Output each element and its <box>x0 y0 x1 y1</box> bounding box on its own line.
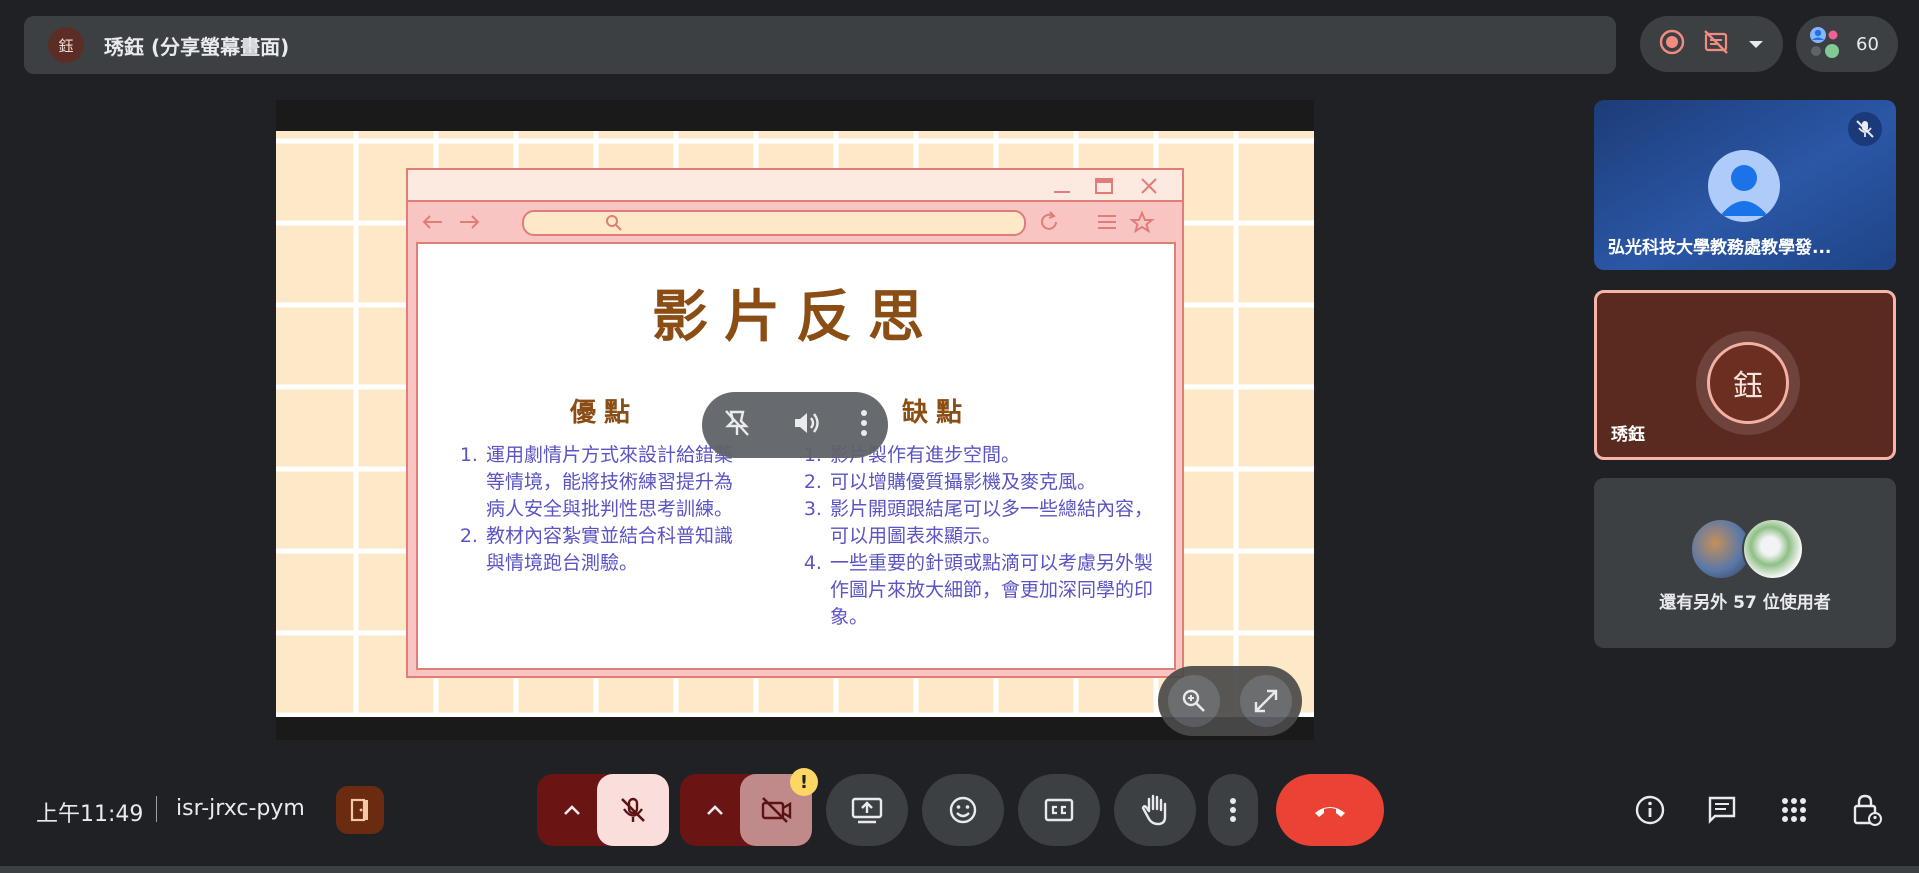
captions-button[interactable] <box>1018 774 1100 846</box>
participant-count: 60 <box>1856 33 1879 55</box>
raise-hand-button[interactable] <box>1114 774 1196 846</box>
list-item: 影片開頭跟結尾可以多一些總結內容，可以用圖表來顯示。 <box>828 496 1164 550</box>
speaking-ring: 鈺 <box>1696 331 1800 435</box>
default-avatar-icon <box>1708 150 1780 222</box>
list-item: 運用劇情片方式來設計給錯藥等情境，能將技術練習提升為病人安全與批判性思考訓練。 <box>484 442 744 523</box>
present-screen-button[interactable] <box>826 774 908 846</box>
list-item: 一些重要的針頭或點滴可以考慮另外製作圖片來放大細節，會更加深同學的印象。 <box>828 550 1164 631</box>
more-options-icon[interactable] <box>859 408 869 442</box>
meeting-time: 上午11:49 <box>36 802 144 827</box>
activities-button[interactable] <box>1774 790 1814 830</box>
window-controls-icon <box>1054 178 1157 194</box>
others-avatars <box>1690 518 1810 580</box>
people-button[interactable]: 60 <box>1796 16 1898 72</box>
participant-tile[interactable]: 弘光科技大學教務處教學發... <box>1594 100 1896 270</box>
recording-controls <box>1640 16 1783 72</box>
emoji-icon <box>949 796 977 824</box>
door-icon <box>350 798 368 822</box>
list-item: 教材內容紮實並結合科普知識與情境跑台測驗。 <box>484 523 744 577</box>
search-icon <box>606 215 622 231</box>
mic-off-icon <box>1848 112 1882 146</box>
hang-up-icon <box>1315 807 1345 817</box>
browser-tools-icon <box>1041 210 1155 234</box>
zoom-in-button[interactable] <box>1168 675 1220 727</box>
hand-icon <box>1141 794 1167 826</box>
pros-title: 優點 <box>570 398 639 428</box>
browser-toolbar <box>408 202 1182 240</box>
leave-call-button[interactable] <box>1276 774 1384 846</box>
meeting-details-button[interactable] <box>1630 790 1670 830</box>
list-item: 可以增購優質攝影機及麥克風。 <box>828 469 1164 496</box>
lock-person-icon <box>1853 794 1882 826</box>
url-bar <box>522 210 1026 236</box>
mic-toggle-button[interactable] <box>597 774 669 846</box>
participant-name: 琇鈺 <box>1611 425 1645 445</box>
divider <box>156 796 157 822</box>
zoom-controls <box>1158 666 1302 736</box>
captions-icon <box>1044 798 1074 822</box>
cons-title: 缺點 <box>902 398 971 428</box>
participant-name: 弘光科技大學教務處教學發... <box>1608 238 1832 258</box>
camera-off-icon <box>761 797 792 823</box>
volume-icon[interactable] <box>790 407 822 443</box>
chat-icon <box>1708 796 1736 824</box>
camera-warning-badge[interactable]: ! <box>790 768 818 796</box>
slide-heading: 影片反思 <box>652 284 940 350</box>
people-avatars-icon <box>1806 24 1842 64</box>
unpin-icon[interactable] <box>721 407 753 443</box>
more-vert-icon <box>1230 798 1236 822</box>
presenter-bar: 鈺 琇鈺 (分享螢幕畫面) <box>24 16 1616 74</box>
apps-grid-icon <box>1782 798 1806 822</box>
chat-button[interactable] <box>1702 790 1742 830</box>
reactions-button[interactable] <box>922 774 1004 846</box>
pros-list: 運用劇情片方式來設計給錯藥等情境，能將技術練習提升為病人安全與批判性思考訓練。 … <box>460 442 744 577</box>
video-options-button[interactable] <box>690 774 740 846</box>
presenter-avatar: 鈺 <box>48 27 84 63</box>
meeting-code: isr-jrxc-pym <box>176 796 305 821</box>
avatar: 鈺 <box>1707 342 1789 424</box>
mic-control-group <box>537 774 669 846</box>
chevron-up-icon <box>564 805 580 815</box>
host-controls-button[interactable] <box>1846 790 1886 830</box>
browser-titlebar <box>408 170 1182 202</box>
chevron-up-icon <box>707 805 723 815</box>
cons-list: 影片製作有進步空間。 可以增購優質攝影機及麥克風。 影片開頭跟結尾可以多一些總結… <box>804 442 1164 631</box>
info-icon <box>1635 795 1665 825</box>
others-count-label: 還有另外 57 位使用者 <box>1659 593 1831 613</box>
presenter-title: 琇鈺 (分享螢幕畫面) <box>104 34 290 59</box>
mic-off-icon <box>621 797 645 822</box>
audio-options-button[interactable] <box>547 774 597 846</box>
more-options-button[interactable] <box>1208 774 1258 846</box>
presentation-hover-controls <box>702 392 888 458</box>
record-icon[interactable] <box>1659 29 1685 59</box>
chevron-down-icon[interactable] <box>1748 35 1764 54</box>
back-forward-icon <box>422 215 480 229</box>
window-bottom-edge <box>0 866 1919 873</box>
host-management-button[interactable] <box>336 786 384 834</box>
avatar <box>1742 518 1804 580</box>
fullscreen-button[interactable] <box>1240 675 1292 727</box>
transcript-off-icon[interactable] <box>1702 29 1730 59</box>
present-screen-icon <box>851 797 883 824</box>
zoom-in-icon <box>1182 689 1205 712</box>
participant-tile-active-speaker[interactable]: 鈺 琇鈺 <box>1594 290 1896 460</box>
others-tile[interactable]: 還有另外 57 位使用者 <box>1594 478 1896 648</box>
expand-icon <box>1254 689 1278 713</box>
